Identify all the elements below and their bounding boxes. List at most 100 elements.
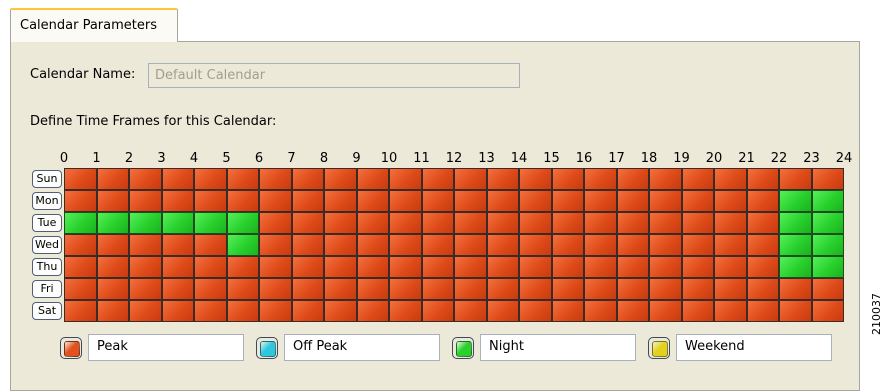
time-slot-cell[interactable] (259, 278, 292, 300)
time-slot-cell[interactable] (64, 234, 97, 256)
time-slot-cell[interactable] (64, 256, 97, 278)
time-slot-cell[interactable] (129, 278, 162, 300)
time-slot-cell[interactable] (324, 234, 357, 256)
time-slot-cell[interactable] (616, 168, 649, 190)
time-slot-cell[interactable] (226, 278, 259, 300)
time-slot-cell[interactable] (649, 168, 682, 190)
time-slot-cell[interactable] (779, 234, 812, 256)
time-slot-cell[interactable] (96, 190, 129, 212)
calendar-name-field[interactable] (148, 63, 520, 88)
time-slot-cell[interactable] (161, 256, 194, 278)
day-button-wed[interactable]: Wed (32, 236, 62, 254)
time-slot-cell[interactable] (779, 300, 812, 322)
time-slot-cell[interactable] (779, 190, 812, 212)
time-slot-cell[interactable] (129, 234, 162, 256)
time-slot-cell[interactable] (454, 212, 487, 234)
time-slot-cell[interactable] (324, 212, 357, 234)
day-button-tue[interactable]: Tue (32, 214, 62, 232)
time-slot-cell[interactable] (194, 190, 227, 212)
time-slot-cell[interactable] (551, 190, 584, 212)
time-slot-cell[interactable] (454, 300, 487, 322)
time-slot-cell[interactable] (486, 190, 519, 212)
time-slot-cell[interactable] (486, 168, 519, 190)
time-slot-cell[interactable] (324, 256, 357, 278)
time-slot-cell[interactable] (649, 256, 682, 278)
time-slot-cell[interactable] (161, 212, 194, 234)
time-slot-cell[interactable] (519, 168, 552, 190)
day-button-sat[interactable]: Sat (32, 302, 62, 320)
time-slot-cell[interactable] (486, 278, 519, 300)
time-slot-cell[interactable] (291, 212, 324, 234)
time-slot-cell[interactable] (616, 190, 649, 212)
time-slot-cell[interactable] (96, 234, 129, 256)
time-slot-cell[interactable] (681, 234, 714, 256)
time-slot-cell[interactable] (259, 300, 292, 322)
time-slot-cell[interactable] (584, 168, 617, 190)
legend-swatch-off-peak[interactable] (256, 337, 278, 359)
time-slot-cell[interactable] (714, 278, 747, 300)
time-slot-cell[interactable] (291, 168, 324, 190)
time-slot-cell[interactable] (746, 234, 779, 256)
time-slot-cell[interactable] (551, 256, 584, 278)
legend-swatch-night[interactable] (452, 337, 474, 359)
time-slot-cell[interactable] (64, 212, 97, 234)
time-slot-cell[interactable] (746, 168, 779, 190)
day-button-sun[interactable]: Sun (32, 170, 62, 188)
time-slot-cell[interactable] (129, 190, 162, 212)
time-slot-cell[interactable] (64, 190, 97, 212)
time-slot-cell[interactable] (454, 190, 487, 212)
time-slot-cell[interactable] (259, 234, 292, 256)
time-slot-cell[interactable] (779, 212, 812, 234)
time-slot-cell[interactable] (421, 256, 454, 278)
legend-label-off-peak[interactable]: Off Peak (284, 334, 440, 361)
time-slot-cell[interactable] (291, 190, 324, 212)
legend-label-peak[interactable]: Peak (88, 334, 244, 361)
time-slot-cell[interactable] (389, 234, 422, 256)
day-button-mon[interactable]: Mon (32, 192, 62, 210)
time-slot-cell[interactable] (129, 168, 162, 190)
time-slot-cell[interactable] (389, 300, 422, 322)
time-slot-cell[interactable] (259, 256, 292, 278)
time-slot-cell[interactable] (421, 278, 454, 300)
time-slot-cell[interactable] (486, 234, 519, 256)
time-slot-cell[interactable] (64, 168, 97, 190)
time-slot-cell[interactable] (421, 190, 454, 212)
time-slot-cell[interactable] (649, 212, 682, 234)
time-slot-cell[interactable] (356, 256, 389, 278)
legend-label-weekend[interactable]: Weekend (676, 334, 832, 361)
time-slot-cell[interactable] (129, 212, 162, 234)
time-slot-cell[interactable] (649, 234, 682, 256)
time-slot-cell[interactable] (226, 190, 259, 212)
time-slot-cell[interactable] (421, 300, 454, 322)
time-slot-cell[interactable] (356, 300, 389, 322)
time-slot-cell[interactable] (616, 256, 649, 278)
time-slot-cell[interactable] (194, 300, 227, 322)
time-slot-cell[interactable] (779, 278, 812, 300)
time-slot-cell[interactable] (161, 234, 194, 256)
time-slot-cell[interactable] (486, 212, 519, 234)
time-slot-cell[interactable] (519, 190, 552, 212)
time-slot-cell[interactable] (746, 190, 779, 212)
time-slot-cell[interactable] (161, 278, 194, 300)
time-slot-cell[interactable] (779, 256, 812, 278)
time-slot-cell[interactable] (551, 212, 584, 234)
time-slot-cell[interactable] (454, 234, 487, 256)
time-slot-cell[interactable] (96, 212, 129, 234)
time-slot-cell[interactable] (64, 278, 97, 300)
time-slot-cell[interactable] (584, 212, 617, 234)
time-slot-cell[interactable] (226, 256, 259, 278)
time-slot-cell[interactable] (96, 300, 129, 322)
time-slot-cell[interactable] (746, 256, 779, 278)
time-slot-cell[interactable] (194, 278, 227, 300)
time-slot-cell[interactable] (454, 256, 487, 278)
time-slot-cell[interactable] (324, 168, 357, 190)
time-slot-cell[interactable] (519, 300, 552, 322)
time-slot-cell[interactable] (259, 168, 292, 190)
time-slot-cell[interactable] (291, 300, 324, 322)
time-slot-cell[interactable] (324, 278, 357, 300)
time-slot-cell[interactable] (681, 190, 714, 212)
time-slot-cell[interactable] (616, 212, 649, 234)
time-slot-cell[interactable] (389, 212, 422, 234)
time-slot-cell[interactable] (389, 190, 422, 212)
legend-label-night[interactable]: Night (480, 334, 636, 361)
